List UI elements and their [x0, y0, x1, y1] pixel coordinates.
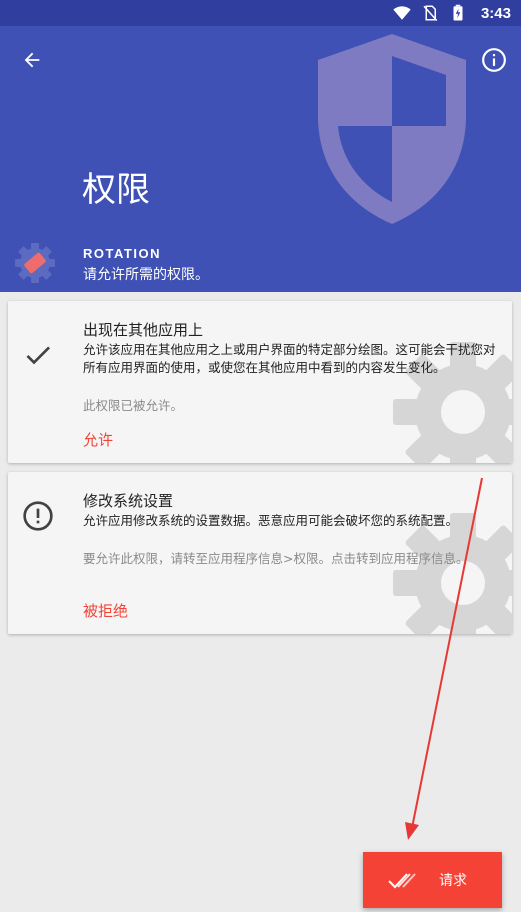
permission-description: 允许应用修改系统的设置数据。恶意应用可能会破坏您的系统配置。: [83, 513, 459, 528]
info-button[interactable]: [478, 44, 510, 76]
page-title: 权限: [82, 170, 150, 210]
info-icon: [482, 48, 506, 72]
permission-card-overlay: 出现在其他应用上 允许该应用在其他应用之上或用户界面的特定部分绘图。这可能会干扰…: [8, 301, 512, 463]
header-subtitle: 请允许所需的权限。: [83, 267, 209, 283]
status-bar: 3:43: [0, 0, 521, 26]
permission-status-button[interactable]: 被拒绝: [83, 600, 128, 621]
back-button[interactable]: [16, 44, 48, 76]
shield-icon: [318, 34, 466, 224]
alert-circle-icon: [23, 501, 53, 531]
back-arrow-icon: [24, 52, 40, 68]
no-sim-icon: [423, 5, 438, 22]
permission-title: 出现在其他应用上: [83, 321, 204, 339]
permission-title: 修改系统设置: [83, 492, 174, 510]
request-button-label: 请求: [439, 873, 467, 889]
permission-description: 允许该应用在其他应用之上或用户界面的特定部分绘图。这可能会干扰您对所有应用界面的…: [83, 342, 496, 375]
permission-note: 此权限已被允许。: [83, 398, 184, 413]
app-name: ROTATION: [83, 246, 161, 261]
permissions-header: 权限 ROTATION 请允许所需的权限。: [0, 26, 521, 292]
status-time: 3:43: [480, 4, 511, 22]
app-rotation-icon: [15, 243, 55, 283]
double-check-icon: [388, 873, 416, 889]
request-button[interactable]: 请求: [363, 852, 502, 908]
permission-card-system-settings: 修改系统设置 允许应用修改系统的设置数据。恶意应用可能会破坏您的系统配置。 要允…: [8, 472, 512, 634]
permission-status-button[interactable]: 允许: [83, 429, 113, 450]
battery-charging-icon: [453, 4, 463, 21]
wifi-icon: [393, 6, 411, 20]
check-icon: [26, 346, 50, 365]
permission-note: 要允许此权限，请转至应用程序信息>权限。点击转到应用程序信息。: [83, 551, 469, 566]
